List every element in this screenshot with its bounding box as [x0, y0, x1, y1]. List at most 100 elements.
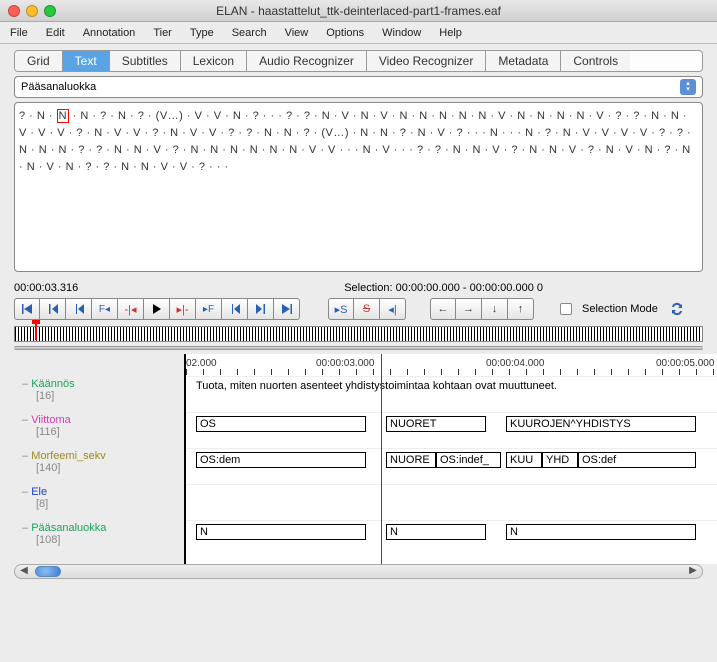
previous-scroll-button[interactable]: [40, 298, 66, 320]
close-window-button[interactable]: [8, 5, 20, 17]
go-to-end-button[interactable]: [274, 298, 300, 320]
token[interactable]: N: [57, 109, 69, 123]
timescale[interactable]: 02.00000:00:03.00000:00:04.00000:00:05.0…: [186, 354, 717, 376]
pane-divider-handle[interactable]: [14, 346, 703, 350]
arrow-left-button[interactable]: ←: [430, 298, 456, 320]
token[interactable]: V: [57, 127, 65, 139]
token-stream[interactable]: ? · N · N · N · ? · N · ? · (V…) · V · V…: [19, 107, 698, 175]
scroll-right-arrow-icon[interactable]: ▶: [686, 565, 700, 576]
tier-label[interactable]: – Viittoma[116]: [14, 410, 184, 446]
token[interactable]: ?: [78, 144, 85, 156]
tier-label[interactable]: – Morfeemi_sekv[140]: [14, 446, 184, 482]
token[interactable]: ?: [76, 127, 83, 139]
token[interactable]: V: [328, 144, 336, 156]
token[interactable]: N: [289, 144, 297, 156]
horizontal-scrollbar[interactable]: ◀ ▶: [14, 564, 703, 579]
token[interactable]: N: [478, 110, 486, 122]
token[interactable]: N: [419, 110, 427, 122]
step-back-button[interactable]: -|◂: [118, 298, 144, 320]
annotation-segment[interactable]: KUUROJEN^YHDISTYS: [506, 416, 696, 432]
token[interactable]: V: [640, 127, 648, 139]
minimize-window-button[interactable]: [26, 5, 38, 17]
token[interactable]: N: [682, 144, 690, 156]
token[interactable]: N: [94, 127, 102, 139]
token[interactable]: N: [250, 144, 258, 156]
token[interactable]: N: [399, 110, 407, 122]
token[interactable]: N: [557, 110, 565, 122]
token[interactable]: V: [19, 127, 27, 139]
tab-metadata[interactable]: Metadata: [486, 51, 561, 71]
token[interactable]: (V…): [321, 127, 349, 139]
tab-text[interactable]: Text: [63, 51, 110, 71]
token[interactable]: ?: [664, 144, 671, 156]
token[interactable]: N: [170, 127, 178, 139]
token[interactable]: V: [209, 127, 217, 139]
playhead-line[interactable]: [381, 354, 382, 564]
arrow-right-button[interactable]: →: [456, 298, 482, 320]
annotation-segment[interactable]: N: [386, 524, 486, 540]
menu-view[interactable]: View: [285, 27, 309, 39]
token[interactable]: V: [114, 127, 122, 139]
previous-frame-button[interactable]: [66, 298, 92, 320]
token[interactable]: N: [66, 161, 74, 173]
token[interactable]: N: [39, 144, 47, 156]
token[interactable]: ?: [633, 110, 640, 122]
token[interactable]: N: [517, 110, 525, 122]
scroll-left-arrow-icon[interactable]: ◀: [17, 565, 31, 576]
token[interactable]: N: [563, 127, 571, 139]
token[interactable]: N: [606, 144, 614, 156]
menu-edit[interactable]: Edit: [46, 27, 65, 39]
token[interactable]: ?: [85, 161, 92, 173]
token[interactable]: ?: [228, 127, 235, 139]
token[interactable]: V: [498, 110, 506, 122]
tier-row[interactable]: Tuota, miten nuorten asenteet yhdistysto…: [186, 376, 717, 412]
token[interactable]: V: [214, 110, 222, 122]
annotation-segment[interactable]: N: [506, 524, 696, 540]
token[interactable]: V: [133, 127, 141, 139]
zoom-window-button[interactable]: [44, 5, 56, 17]
token[interactable]: N: [418, 127, 426, 139]
tier-row[interactable]: [186, 484, 717, 520]
tier-label[interactable]: – Pääsanaluokka[108]: [14, 518, 184, 554]
menu-search[interactable]: Search: [232, 27, 267, 39]
tab-lexicon[interactable]: Lexicon: [181, 51, 247, 71]
fd-back-button[interactable]: F◂: [92, 298, 118, 320]
token[interactable]: V: [180, 161, 188, 173]
menu-annotation[interactable]: Annotation: [83, 27, 136, 39]
token[interactable]: N: [472, 144, 480, 156]
timeline-body[interactable]: 02.00000:00:03.00000:00:04.00000:00:05.0…: [184, 354, 717, 564]
token[interactable]: ?: [100, 110, 107, 122]
token[interactable]: V: [309, 144, 317, 156]
tab-audio-recognizer[interactable]: Audio Recognizer: [247, 51, 367, 71]
token[interactable]: V: [190, 127, 198, 139]
go-to-begin-button[interactable]: [14, 298, 40, 320]
token[interactable]: N: [459, 110, 467, 122]
arrow-down-button[interactable]: ↓: [482, 298, 508, 320]
token[interactable]: N: [322, 110, 330, 122]
play-button[interactable]: [144, 298, 170, 320]
annotation-segment[interactable]: NUORE: [386, 452, 436, 468]
annotation-text[interactable]: Tuota, miten nuorten asenteet yhdistysto…: [196, 380, 557, 392]
clear-selection-button[interactable]: S: [354, 298, 380, 320]
token[interactable]: N: [363, 144, 371, 156]
menu-file[interactable]: File: [10, 27, 28, 39]
tab-video-recognizer[interactable]: Video Recognizer: [367, 51, 487, 71]
token[interactable]: V: [492, 144, 500, 156]
loop-icon[interactable]: [670, 302, 684, 316]
token[interactable]: ?: [286, 110, 293, 122]
token[interactable]: N: [645, 144, 653, 156]
arrow-up-button[interactable]: ↑: [508, 298, 534, 320]
tier-label[interactable]: – Ele[8]: [14, 482, 184, 518]
token[interactable]: N: [27, 161, 35, 173]
menu-window[interactable]: Window: [382, 27, 421, 39]
token[interactable]: V: [569, 144, 577, 156]
selection-boundary-button[interactable]: ◂|: [380, 298, 406, 320]
token[interactable]: N: [651, 110, 659, 122]
menu-type[interactable]: Type: [190, 27, 214, 39]
token[interactable]: N: [80, 110, 88, 122]
annotation-segment[interactable]: OS:dem: [196, 452, 366, 468]
annotation-segment[interactable]: KUU: [506, 452, 542, 468]
token[interactable]: ?: [417, 144, 424, 156]
scrollbar-thumb[interactable]: [35, 566, 61, 577]
tier-row[interactable]: OS:demNUOREOS:indef_KUUYHDOS:def: [186, 448, 717, 484]
